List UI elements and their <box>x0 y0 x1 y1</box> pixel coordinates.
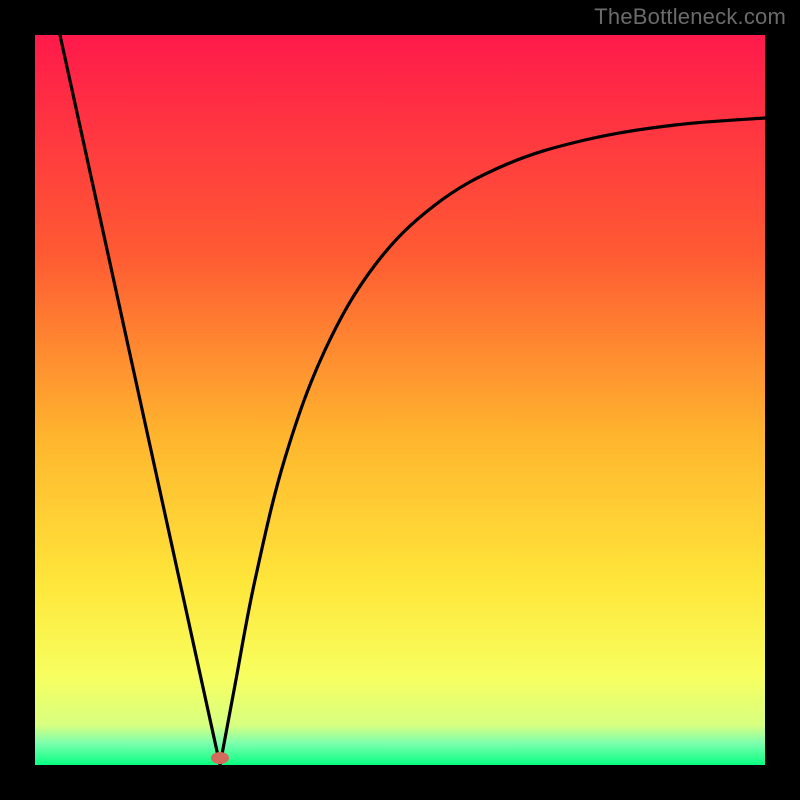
plot-area <box>35 35 765 765</box>
minimum-marker <box>211 752 229 764</box>
plot-background <box>35 35 765 765</box>
chart-frame: TheBottleneck.com <box>0 0 800 800</box>
watermark-text: TheBottleneck.com <box>594 4 786 30</box>
plot-svg <box>35 35 765 765</box>
